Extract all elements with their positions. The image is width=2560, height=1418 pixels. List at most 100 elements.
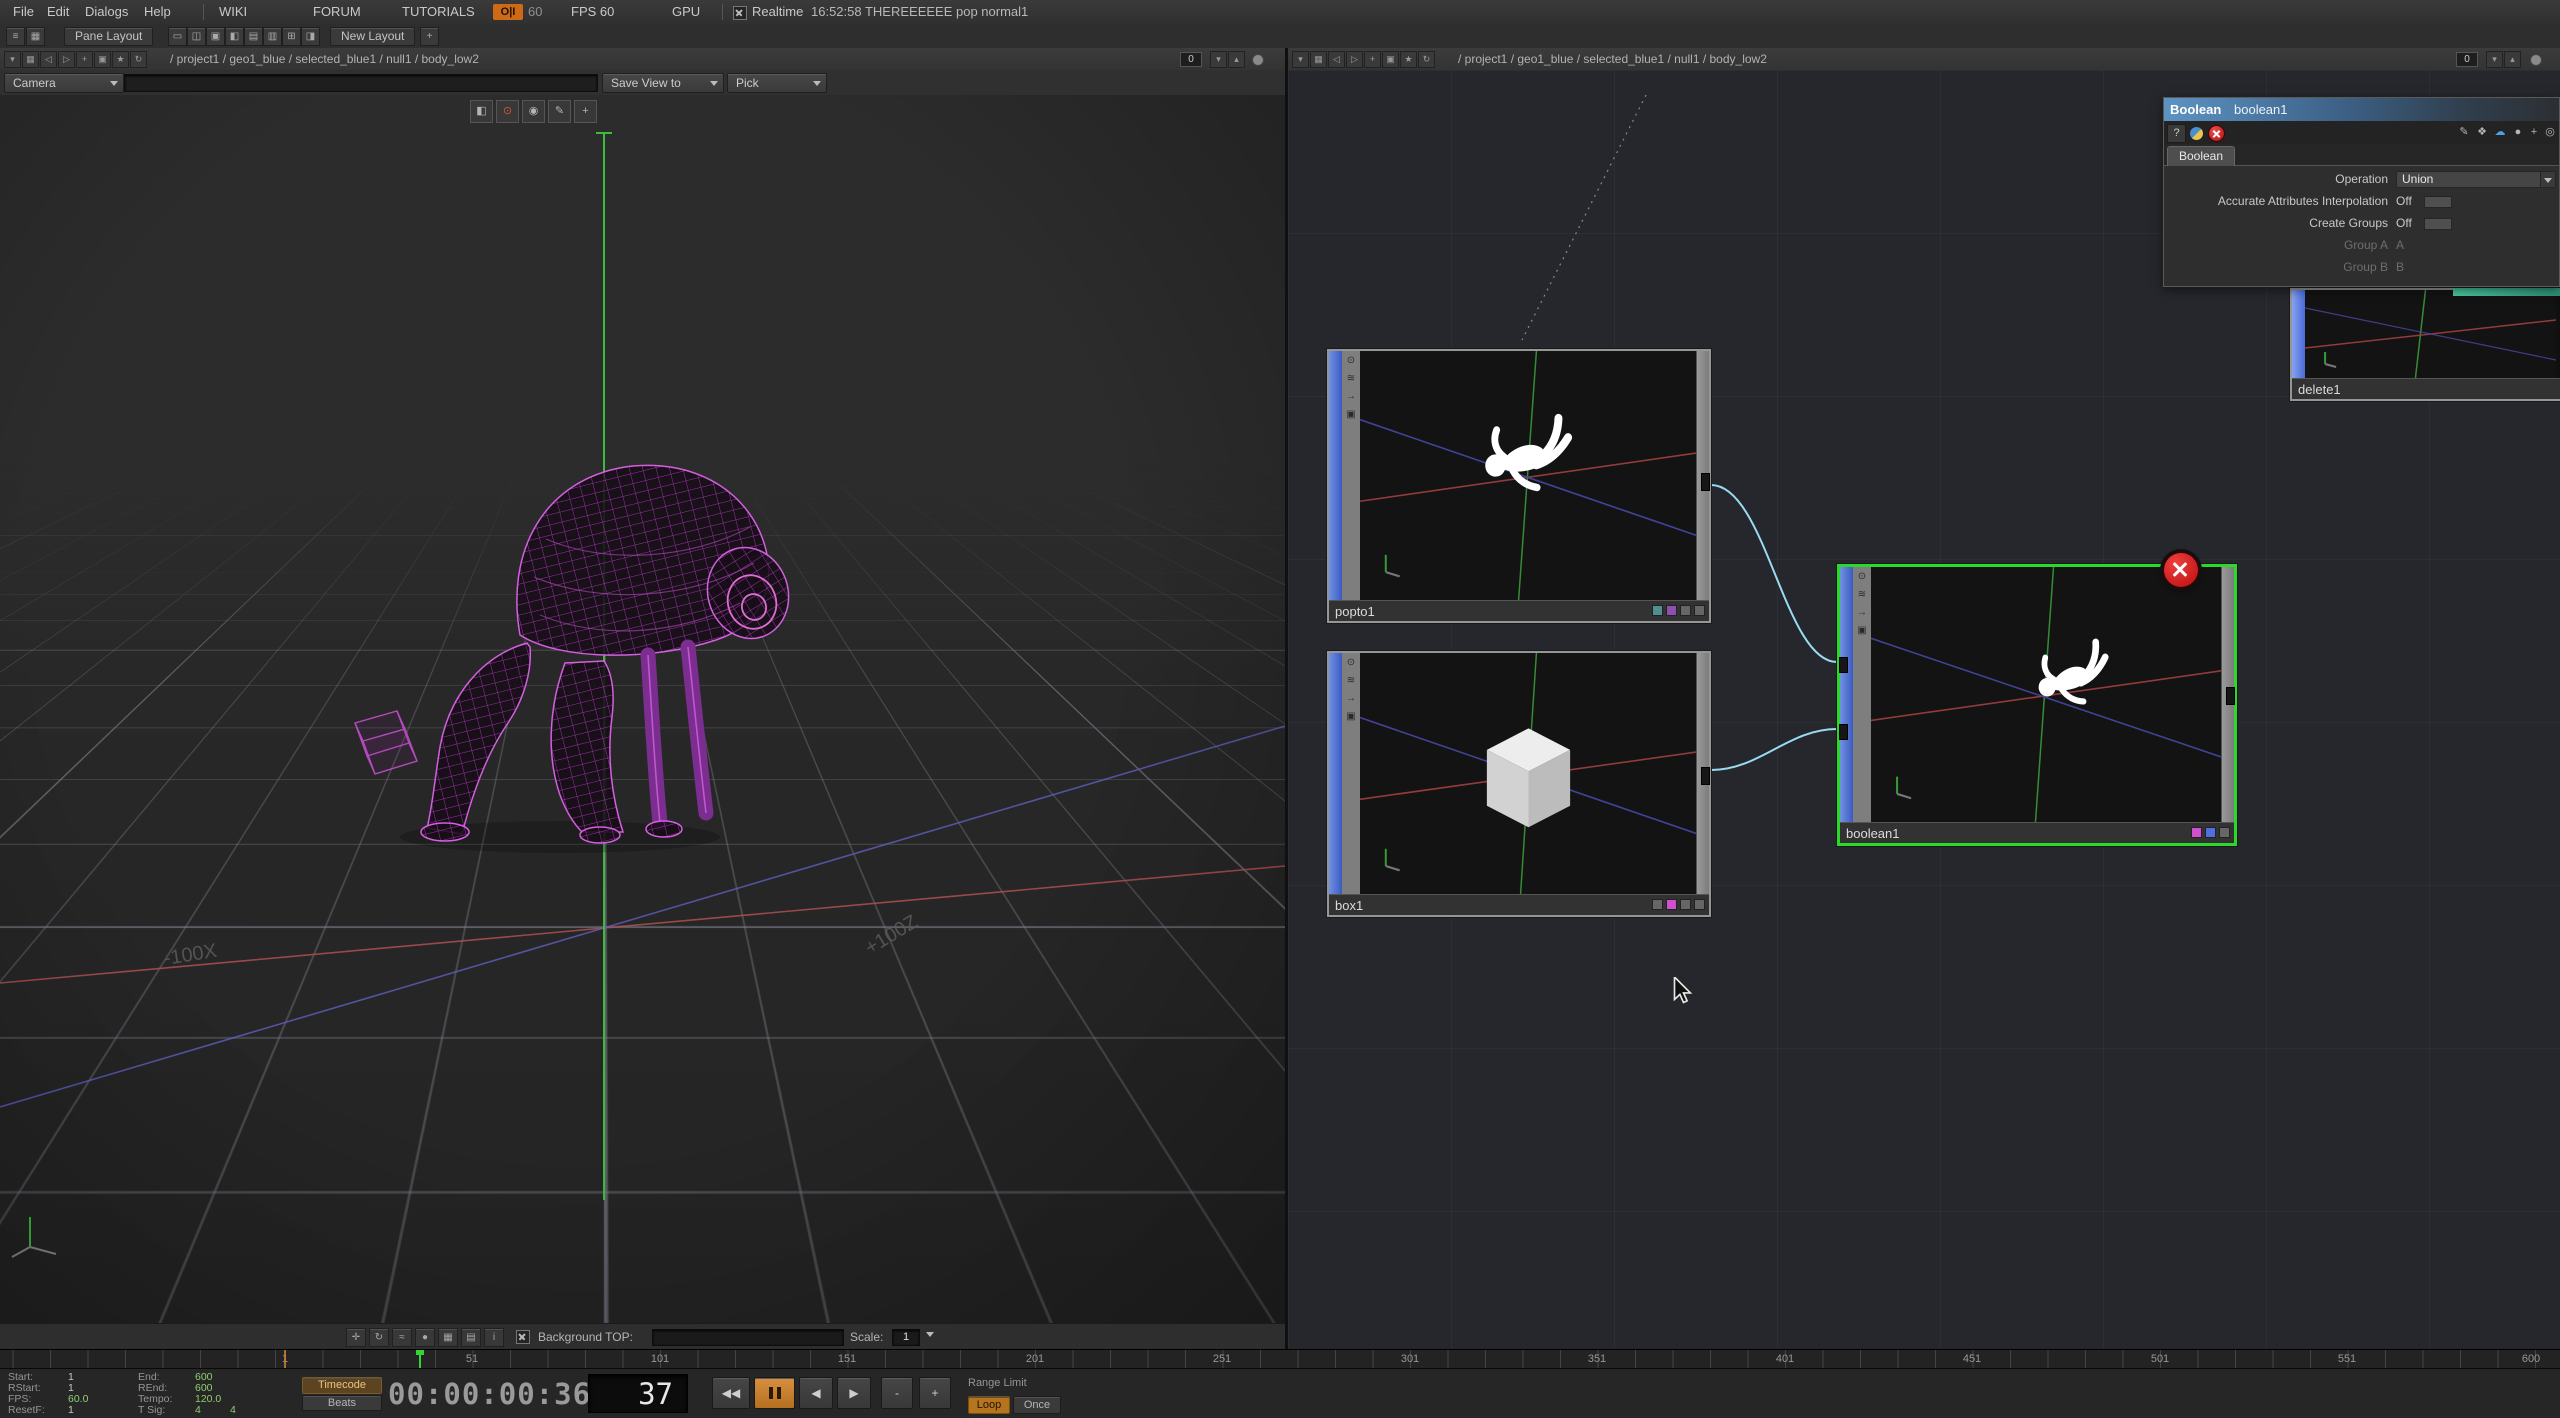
add-icon[interactable]: + bbox=[76, 51, 93, 68]
smooth-icon[interactable]: ≈ bbox=[392, 1328, 412, 1347]
node-wire-icon[interactable]: ≋ bbox=[1854, 587, 1870, 603]
decrement-frame-button[interactable]: - bbox=[881, 1377, 913, 1409]
dropdown-arrow-icon[interactable] bbox=[2540, 171, 2556, 188]
expand-icon[interactable]: ▴ bbox=[1228, 51, 1245, 68]
forward-icon[interactable]: ▷ bbox=[58, 51, 75, 68]
node-box1[interactable]: ⊙ ≋ → ▣ bbox=[1327, 651, 1711, 917]
node-output-connector[interactable] bbox=[2226, 687, 2235, 705]
loop-button[interactable]: Loop bbox=[968, 1396, 1010, 1414]
collapse-icon[interactable]: ▾ bbox=[2486, 51, 2503, 68]
realtime-label[interactable]: Realtime bbox=[752, 0, 803, 24]
node-boolean1[interactable]: ⊙ ≋ → ▣ bbox=[1837, 564, 2237, 846]
transform-icon[interactable]: ✛ bbox=[346, 1328, 366, 1347]
sphere-icon[interactable]: ● bbox=[415, 1328, 435, 1347]
pane-menu-icon[interactable]: ▾ bbox=[4, 51, 21, 68]
node-export-icon[interactable]: → bbox=[1343, 691, 1359, 707]
forward-icon[interactable]: ▷ bbox=[1346, 51, 1363, 68]
node-export-icon[interactable]: → bbox=[1854, 605, 1870, 621]
once-button[interactable]: Once bbox=[1013, 1396, 1061, 1414]
node-viewer-rail[interactable] bbox=[1329, 653, 1342, 894]
bookmark-icon[interactable]: ★ bbox=[1400, 51, 1417, 68]
node-popto1[interactable]: ⊙ ≋ → ▣ bbox=[1327, 349, 1711, 623]
node-viewer-rail[interactable] bbox=[1329, 351, 1342, 600]
group-a-field[interactable]: A bbox=[2396, 234, 2404, 256]
toggle-box[interactable] bbox=[2424, 196, 2452, 208]
language-toggle-icon[interactable] bbox=[2189, 126, 2204, 141]
pause-button[interactable] bbox=[754, 1377, 795, 1409]
layout-preset-4-icon[interactable]: ◧ bbox=[225, 27, 244, 46]
node-viewer[interactable] bbox=[1871, 567, 2222, 822]
layout-preset-2-icon[interactable]: ◫ bbox=[187, 27, 206, 46]
node-input-b-connector[interactable] bbox=[1839, 724, 1848, 740]
node-display-icon[interactable]: ⊙ bbox=[1854, 569, 1870, 585]
beats-mode-button[interactable]: Beats bbox=[302, 1395, 382, 1411]
group-b-field[interactable]: B bbox=[2396, 256, 2404, 278]
shaded-mode-icon[interactable]: ◉ bbox=[522, 100, 545, 123]
pick-select[interactable]: Pick bbox=[727, 73, 827, 93]
wireframe-figure[interactable] bbox=[421, 465, 800, 843]
range-start-marker[interactable] bbox=[284, 1350, 286, 1369]
scale-stepper[interactable] bbox=[926, 1332, 934, 1337]
menu-edit[interactable]: Edit bbox=[47, 0, 69, 24]
pane-level-field[interactable]: 0 bbox=[2456, 52, 2478, 67]
playhead-cap[interactable] bbox=[416, 1350, 424, 1355]
add-layout-button[interactable]: + bbox=[420, 27, 439, 46]
grid-icon[interactable]: ▦ bbox=[26, 27, 45, 46]
record-icon[interactable]: ⊙ bbox=[496, 100, 519, 123]
resetf-value[interactable]: 1 bbox=[68, 1404, 74, 1416]
menu-help[interactable]: Help bbox=[144, 0, 171, 24]
wireframe-cube[interactable] bbox=[355, 711, 417, 774]
layout-preset-7-icon[interactable]: ⊞ bbox=[282, 27, 301, 46]
camera-view-icon[interactable]: ◧ bbox=[470, 100, 493, 123]
node-export-icon[interactable]: → bbox=[1343, 389, 1359, 405]
comment-icon[interactable]: ❖ bbox=[2474, 124, 2490, 141]
refresh-icon[interactable]: ↻ bbox=[130, 51, 147, 68]
node-lock-icon[interactable]: ▣ bbox=[1343, 407, 1359, 423]
maximize-icon[interactable]: ▣ bbox=[94, 51, 111, 68]
background-top-checkbox[interactable] bbox=[516, 1330, 530, 1344]
timecode-mode-button[interactable]: Timecode bbox=[302, 1377, 382, 1394]
node-wire-icon[interactable]: ≋ bbox=[1343, 673, 1359, 689]
operation-dropdown[interactable]: Union bbox=[2396, 171, 2541, 188]
timeline-ruler[interactable]: 1 51 101 151 201 251 301 351 401 451 501… bbox=[0, 1349, 2560, 1369]
current-frame-field[interactable]: 37 bbox=[588, 1374, 688, 1413]
node-viewer-rail[interactable] bbox=[2292, 290, 2305, 378]
tab-boolean[interactable]: Boolean bbox=[2167, 146, 2235, 166]
add-view-icon[interactable]: + bbox=[574, 100, 597, 123]
grid-toggle-icon[interactable]: ▦ bbox=[438, 1328, 458, 1347]
save-view-select[interactable]: Save View to bbox=[602, 73, 724, 93]
network-canvas[interactable]: ⊙ ≋ → ▣ bbox=[1288, 70, 2560, 1349]
non-default-icon[interactable]: ● bbox=[2510, 124, 2526, 141]
menu-grip-icon[interactable]: ≡ bbox=[6, 27, 25, 46]
node-viewer[interactable] bbox=[1360, 653, 1697, 894]
viewport-3d[interactable]: -100X +100Z bbox=[0, 95, 1285, 1323]
node-name-title[interactable]: boolean1 bbox=[2234, 98, 2288, 121]
info-icon[interactable]: i bbox=[484, 1328, 504, 1347]
breadcrumb-path[interactable]: / project1 / geo1_blue / selected_blue1 … bbox=[1458, 48, 1767, 70]
camera-select[interactable]: Camera bbox=[4, 73, 124, 93]
edit-expression-icon[interactable]: ✎ bbox=[2456, 124, 2472, 141]
edit-icon[interactable]: ✎ bbox=[548, 100, 571, 123]
node-palette-dots[interactable] bbox=[1652, 605, 1705, 616]
node-palette-dots[interactable] bbox=[1652, 899, 1705, 910]
help-icon[interactable]: ? bbox=[2167, 124, 2186, 143]
node-output-connector[interactable] bbox=[1701, 473, 1710, 491]
add-parameter-icon[interactable]: + bbox=[2526, 124, 2542, 141]
node-lock-icon[interactable]: ▣ bbox=[1343, 709, 1359, 725]
menu-wiki[interactable]: WIKI bbox=[219, 0, 247, 24]
pane-layout-button[interactable]: Pane Layout bbox=[64, 27, 153, 46]
layout-preset-5-icon[interactable]: ▤ bbox=[244, 27, 263, 46]
wire-popto1-boolean1[interactable] bbox=[1711, 485, 1837, 662]
camera-readout-field[interactable] bbox=[124, 74, 598, 92]
menu-dialogs[interactable]: Dialogs bbox=[85, 0, 128, 24]
layout-preset-3-icon[interactable]: ▣ bbox=[206, 27, 225, 46]
node-palette-dots[interactable] bbox=[2191, 827, 2230, 838]
breadcrumb-path[interactable]: / project1 / geo1_blue / selected_blue1 … bbox=[170, 48, 479, 70]
increment-frame-button[interactable]: + bbox=[919, 1377, 951, 1409]
jump-start-button[interactable]: ◀◀ bbox=[712, 1377, 750, 1409]
node-output-connector[interactable] bbox=[1701, 767, 1710, 785]
layout-preset-6-icon[interactable]: ▥ bbox=[263, 27, 282, 46]
layout-preset-1-icon[interactable]: ▭ bbox=[168, 27, 187, 46]
tsig-b-value[interactable]: 4 bbox=[230, 1404, 236, 1416]
node-lock-icon[interactable]: ▣ bbox=[1854, 623, 1870, 639]
